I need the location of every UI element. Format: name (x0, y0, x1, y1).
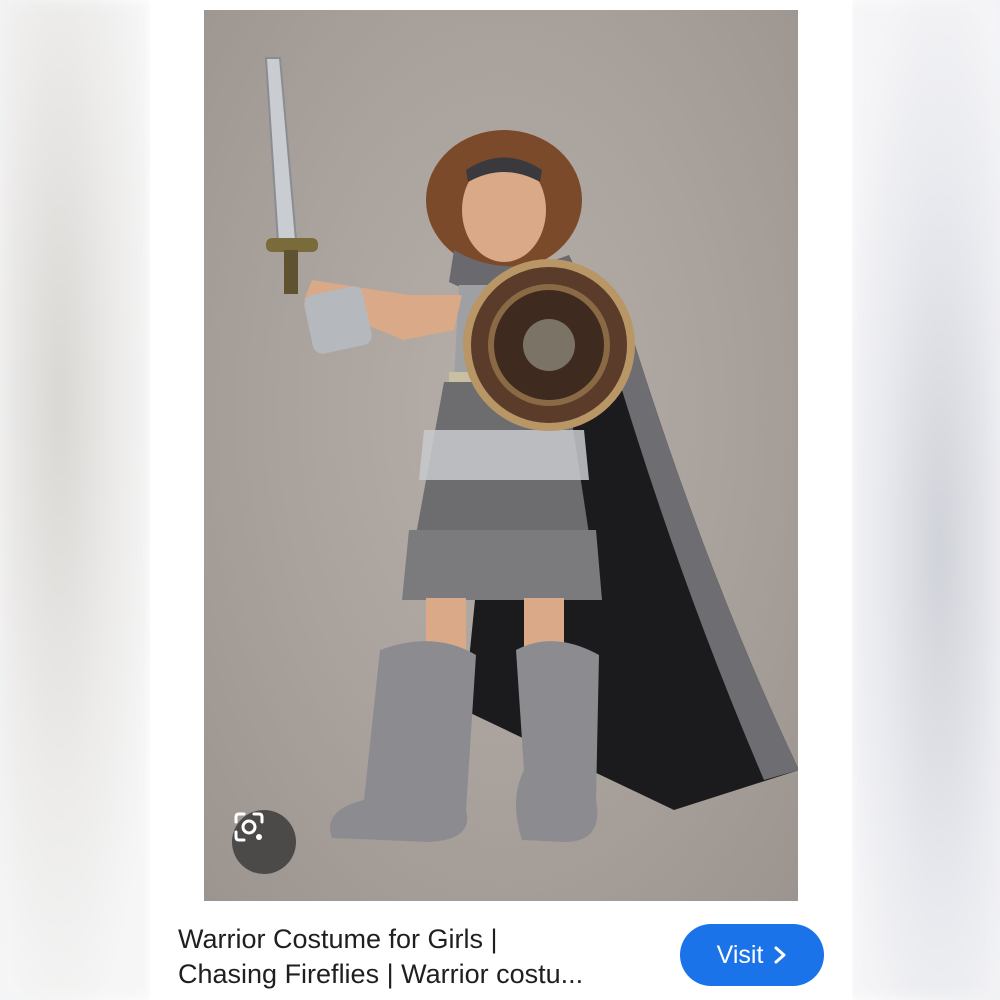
skirt-panels (419, 430, 589, 480)
shield-emblem (523, 319, 575, 371)
product-image[interactable] (204, 10, 798, 901)
fur-boot-right (515, 641, 599, 842)
result-title-line-2: Chasing Fireflies | Warrior costu... (178, 959, 584, 989)
fur-boot-left (330, 641, 476, 842)
result-title[interactable]: Warrior Costume for Girls | Chasing Fire… (178, 922, 658, 992)
google-lens-icon[interactable] (232, 810, 296, 874)
visit-button[interactable]: Visit (680, 924, 824, 986)
blurred-background-left (0, 0, 150, 1000)
costume-photo-illustration (264, 57, 798, 842)
arm-bracer (304, 286, 372, 354)
lens-glyph (234, 812, 264, 842)
sword-guard (266, 238, 318, 252)
skirt-ruffle (402, 530, 602, 600)
chevron-right-icon (774, 946, 786, 964)
sword-blade (264, 57, 298, 244)
visit-button-label: Visit (716, 940, 764, 969)
sword-grip (284, 250, 298, 294)
result-title-line-1: Warrior Costume for Girls | (178, 924, 498, 954)
image-result-card: Warrior Costume for Girls | Chasing Fire… (150, 0, 852, 1000)
blurred-background-right (850, 0, 1000, 1000)
